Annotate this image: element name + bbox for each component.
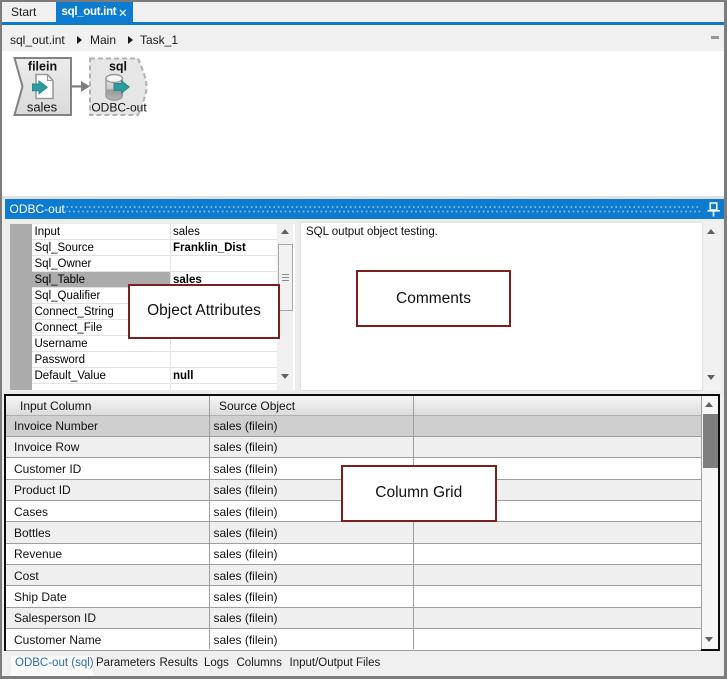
svg-text:sql: sql	[109, 60, 127, 74]
svg-text:filein: filein	[28, 60, 57, 74]
svg-text:sales: sales	[27, 100, 58, 115]
svg-text:ODBC-out: ODBC-out	[91, 101, 147, 115]
